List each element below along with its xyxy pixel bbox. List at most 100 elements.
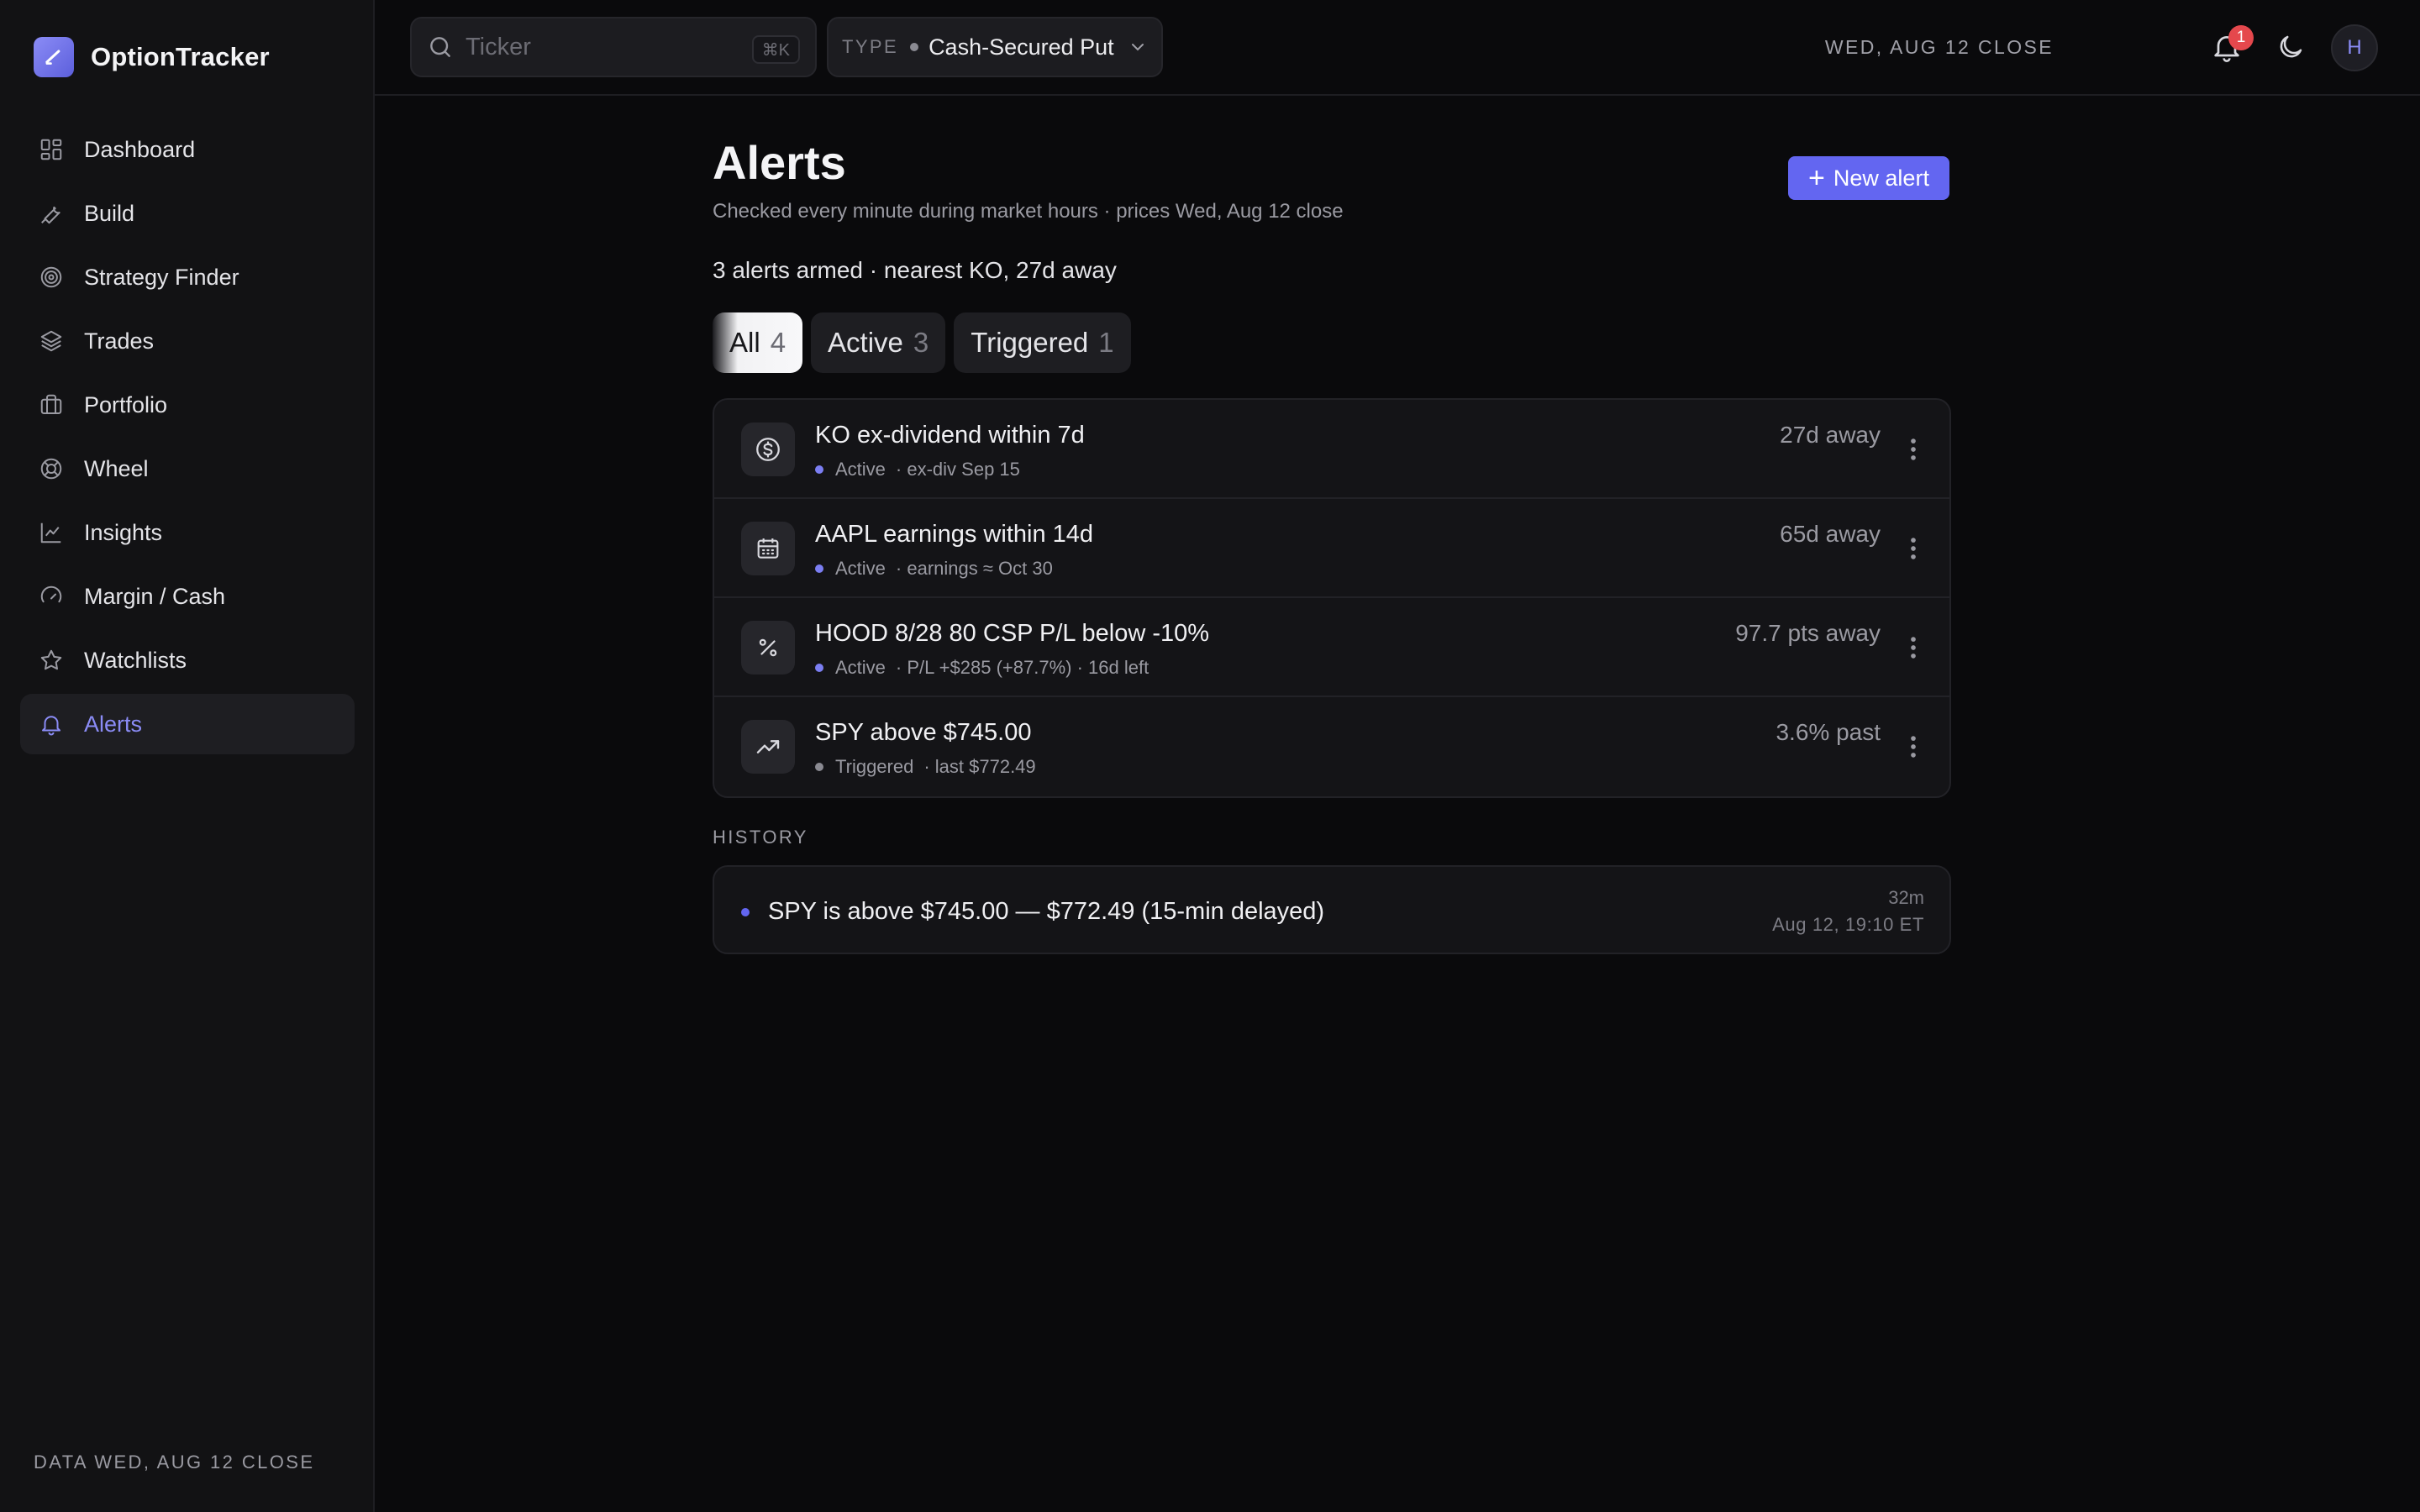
history-text: SPY is above $745.00 — $772.49 (15-min d…: [768, 898, 1325, 925]
history-ago: 32m: [1888, 887, 1924, 908]
calendar-icon: [741, 522, 795, 575]
history-dot: [741, 908, 750, 916]
search-input[interactable]: [466, 33, 743, 61]
alert-meta: Active · earnings ≈ Oct 30: [815, 558, 1053, 580]
market-close-label: WED, AUG 12 CLOSE: [1824, 36, 2054, 58]
alert-distance: 65d away: [1780, 521, 1881, 547]
dollar-circle-icon: [741, 423, 795, 476]
sidebar-item-alerts[interactable]: Alerts: [20, 694, 355, 754]
tab-active[interactable]: Active 3: [811, 312, 946, 373]
sidebar-item-dashboard[interactable]: Dashboard: [20, 119, 355, 180]
brand[interactable]: OptionTracker: [34, 37, 270, 77]
tab-count: 1: [1098, 327, 1114, 358]
briefcase-icon: [37, 391, 66, 419]
sidebar-item-portfolio[interactable]: Portfolio: [20, 375, 355, 435]
trending-up-icon: [741, 720, 795, 774]
line-chart-icon: [37, 518, 66, 547]
tab-count: 4: [770, 327, 786, 358]
sidebar-item-label: Dashboard: [84, 136, 196, 162]
more-vertical-icon[interactable]: [1902, 633, 1924, 662]
sidebar-item-strategy-finder[interactable]: Strategy Finder: [20, 247, 355, 307]
theme-toggle-button[interactable]: [2275, 32, 2306, 62]
dashboard-icon: [37, 135, 66, 164]
sidebar-item-label: Build: [84, 200, 135, 226]
alert-meta: Active · P/L +$285 (+87.7%) · 16d left: [815, 657, 1149, 679]
type-label: TYPE: [842, 36, 899, 57]
more-vertical-icon[interactable]: [1902, 435, 1924, 464]
new-alert-label: New alert: [1833, 165, 1929, 191]
sidebar-item-watchlists[interactable]: Watchlists: [20, 630, 355, 690]
sidebar-item-wheel[interactable]: Wheel: [20, 438, 355, 499]
search-box[interactable]: ⌘K: [410, 17, 817, 77]
more-vertical-icon[interactable]: [1902, 732, 1924, 761]
sidebar-item-label: Watchlists: [84, 647, 187, 673]
sidebar: OptionTracker Dashboard Build Strategy F…: [0, 0, 375, 1512]
alert-meta: Triggered · last $772.49: [815, 756, 1036, 778]
new-alert-button[interactable]: + New alert: [1788, 156, 1949, 200]
status-badge: Active: [835, 459, 886, 480]
type-value: Cash-Secured Put: [929, 34, 1114, 60]
sidebar-item-label: Insights: [84, 519, 163, 545]
alert-detail: · earnings ≈ Oct 30: [895, 558, 1053, 579]
alert-title: KO ex-dividend within 7d: [815, 422, 1085, 449]
alert-title: HOOD 8/28 80 CSP P/L below -10%: [815, 620, 1210, 647]
moon-icon: [2275, 32, 2306, 62]
alert-row[interactable]: AAPL earnings within 14d Active · earnin…: [714, 499, 1949, 598]
search-icon: [427, 34, 454, 60]
alert-title: AAPL earnings within 14d: [815, 521, 1094, 548]
sidebar-item-build[interactable]: Build: [20, 183, 355, 244]
topbar: ⌘K TYPE Cash-Secured Put WED, AUG 12 CLO…: [375, 0, 2420, 96]
status-badge: Active: [835, 657, 886, 678]
page-title: Alerts: [713, 136, 846, 189]
search-shortcut-hint: ⌘K: [751, 35, 800, 64]
star-icon: [37, 646, 66, 675]
percent-icon: [741, 621, 795, 675]
sidebar-item-label: Wheel: [84, 455, 149, 481]
tab-triggered[interactable]: Triggered 1: [954, 312, 1131, 373]
chevron-down-icon: [1128, 37, 1148, 57]
alert-detail: · last $772.49: [923, 756, 1036, 777]
avatar[interactable]: H: [2331, 24, 2378, 71]
alert-row[interactable]: SPY above $745.00 Triggered · last $772.…: [714, 697, 1949, 796]
tab-all[interactable]: All 4: [713, 312, 803, 373]
status-badge: Active: [835, 558, 886, 579]
alert-detail: · P/L +$285 (+87.7%) · 16d left: [895, 657, 1150, 678]
more-vertical-icon[interactable]: [1902, 534, 1924, 563]
history-item[interactable]: SPY is above $745.00 — $772.49 (15-min d…: [713, 865, 1951, 954]
tab-count: 3: [913, 327, 929, 358]
layers-icon: [37, 327, 66, 355]
strategy-type-select[interactable]: TYPE Cash-Secured Put: [827, 17, 1163, 77]
lifebuoy-icon: [37, 454, 66, 483]
alert-row[interactable]: HOOD 8/28 80 CSP P/L below -10% Active ·…: [714, 598, 1949, 697]
status-dot: [815, 664, 823, 672]
sidebar-item-insights[interactable]: Insights: [20, 502, 355, 563]
notification-count-badge: 1: [2228, 25, 2254, 50]
tab-label: All: [729, 327, 760, 358]
sidebar-item-label: Margin / Cash: [84, 583, 226, 609]
alert-distance: 97.7 pts away: [1735, 620, 1881, 646]
sidebar-item-margin-cash[interactable]: Margin / Cash: [20, 566, 355, 627]
alert-detail: · ex-div Sep 15: [895, 459, 1020, 480]
sidebar-item-trades[interactable]: Trades: [20, 311, 355, 371]
data-freshness-label: DATA WED, AUG 12 CLOSE: [34, 1452, 315, 1473]
status-dot: [815, 465, 823, 474]
target-icon: [37, 263, 66, 291]
notifications-button[interactable]: 1: [2210, 25, 2254, 64]
alert-filter-tabs: All 4 Active 3 Triggered 1: [713, 312, 1951, 373]
app-logo-icon: [34, 37, 74, 77]
sidebar-item-label: Alerts: [84, 711, 143, 737]
plus-icon: +: [1808, 162, 1825, 194]
status-dot: [815, 763, 823, 771]
alert-distance: 3.6% past: [1776, 719, 1881, 745]
alert-row[interactable]: KO ex-dividend within 7d Active · ex-div…: [714, 400, 1949, 499]
alert-distance: 27d away: [1780, 422, 1881, 448]
sidebar-item-label: Trades: [84, 328, 155, 354]
history-heading: HISTORY: [713, 827, 808, 848]
app-name: OptionTracker: [91, 42, 270, 71]
alert-meta: Active · ex-div Sep 15: [815, 459, 1020, 480]
alert-title: SPY above $745.00: [815, 719, 1032, 746]
wrench-icon: [37, 199, 66, 228]
sidebar-item-label: Portfolio: [84, 391, 168, 417]
status-dot: [815, 564, 823, 573]
tab-label: Triggered: [971, 327, 1089, 358]
